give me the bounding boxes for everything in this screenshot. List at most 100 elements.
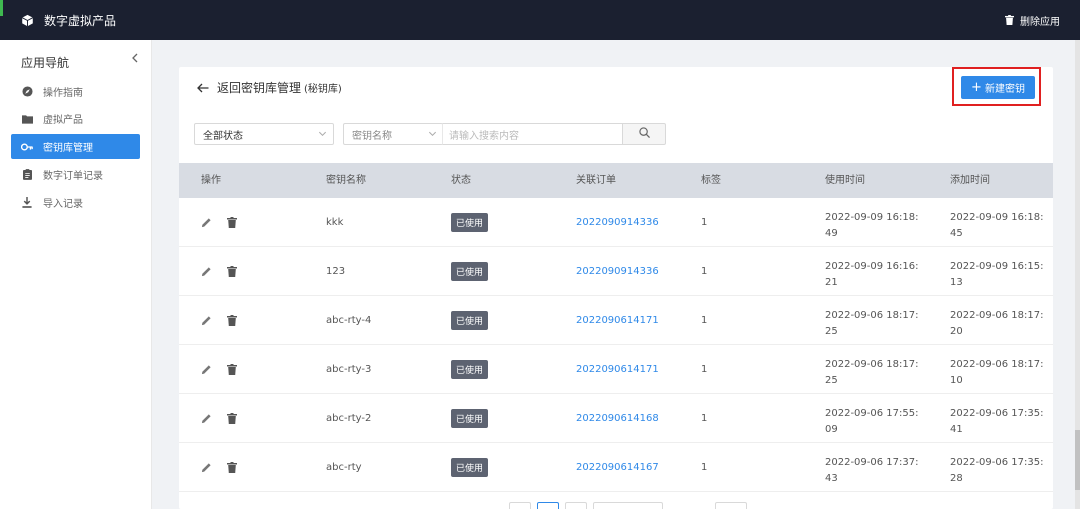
pagination-next[interactable] [565, 502, 587, 509]
order-link[interactable]: 2022090914336 [576, 217, 659, 228]
pagination-page-current[interactable] [537, 502, 559, 509]
sidebar-item-label: 导入记录 [43, 199, 83, 210]
edit-pencil-icon[interactable] [201, 412, 213, 424]
folder-icon [21, 113, 33, 125]
app-title: 数字虚拟产品 [44, 13, 117, 28]
tag-cell: 1 [701, 216, 708, 228]
order-link[interactable]: 2022090614171 [576, 364, 659, 375]
order-cell: 2022090614167 [576, 443, 659, 491]
column-header-order[interactable]: 关联订单 [576, 163, 616, 198]
delete-trash-icon[interactable] [227, 216, 239, 228]
used-time-cell: 2022-09-06 17:37:43 [825, 443, 920, 491]
delete-app-button[interactable]: 删除应用 [1005, 0, 1060, 40]
search-field-value: 密钥名称 [352, 130, 392, 142]
new-key-button[interactable]: + 新建密钥 [961, 76, 1035, 99]
status-badge: 已使用 [451, 408, 489, 428]
tag-cell: 1 [701, 412, 708, 424]
table-row: abc-rty-3 已使用 2022090614171 1 2022-09-06 18:… [179, 345, 1053, 394]
sidebar-item-label: 密钥库管理 [43, 143, 93, 154]
tag-cell: 1 [701, 265, 708, 277]
used-time-text: 2022-09-09 16:18:49 [825, 212, 919, 239]
key-name-cell: 123 [326, 265, 346, 277]
watermark-text: 大数跨境 [56, 478, 128, 499]
column-header-used-time[interactable]: 使用时间 [825, 163, 865, 198]
order-link[interactable]: 2022090614168 [576, 413, 659, 424]
pagination-jump[interactable] [715, 502, 747, 509]
row-actions [201, 443, 239, 491]
status-cell: 已使用 [451, 247, 489, 295]
pagination-size-select[interactable] [593, 502, 663, 509]
search-placeholder: 请输入搜索内容 [449, 130, 519, 142]
column-header-tag[interactable]: 标签 [701, 163, 721, 198]
search-icon [638, 127, 650, 141]
used-time-cell: 2022-09-06 18:17:25 [825, 296, 920, 344]
sidebar-item-key-library[interactable]: 密钥库管理 [11, 134, 140, 159]
added-time-cell: 2022-09-09 16:15:13 [950, 247, 1045, 295]
used-time-text: 2022-09-06 18:17:25 [825, 310, 919, 337]
delete-trash-icon[interactable] [227, 461, 239, 473]
column-header-key-name[interactable]: 密钥名称 [326, 163, 366, 198]
top-bar: 数字虚拟产品 删除应用 [0, 0, 1080, 40]
column-header-added-time[interactable]: 添加时间 [950, 163, 990, 198]
edit-pencil-icon[interactable] [201, 363, 213, 375]
row-actions [201, 394, 239, 442]
window-edge-marker [0, 0, 3, 16]
search-input[interactable]: 请输入搜索内容 [442, 123, 623, 145]
row-actions [201, 296, 239, 344]
watermark-logo-icon [8, 474, 50, 500]
sidebar-item-guide[interactable]: 操作指南 [11, 79, 140, 104]
scrollbar-thumb[interactable] [1075, 430, 1080, 490]
delete-trash-icon[interactable] [227, 265, 239, 277]
delete-trash-icon[interactable] [227, 412, 239, 424]
edit-pencil-icon[interactable] [201, 314, 213, 326]
sidebar-item-order-records[interactable]: 数字订单记录 [11, 162, 140, 187]
search-field-select[interactable]: 密钥名称 [343, 123, 443, 145]
collapse-chevron-icon[interactable] [131, 52, 139, 67]
status-badge: 已使用 [451, 212, 489, 232]
sidebar-item-label: 数字订单记录 [43, 171, 103, 182]
added-time-cell: 2022-09-06 18:17:20 [950, 296, 1045, 344]
delete-trash-icon[interactable] [227, 363, 239, 375]
status-cell: 已使用 [451, 345, 489, 393]
chevron-down-icon [428, 129, 437, 138]
delete-trash-icon[interactable] [227, 314, 239, 326]
back-link[interactable]: 返回密钥库管理 (秘钥库) [197, 79, 342, 96]
cube-icon [20, 13, 34, 27]
status-cell: 已使用 [451, 296, 489, 344]
sidebar-item-label: 操作指南 [43, 88, 83, 99]
used-time-cell: 2022-09-06 18:17:25 [825, 345, 920, 393]
edit-pencil-icon[interactable] [201, 461, 213, 473]
added-time-text: 2022-09-06 17:35:28 [950, 457, 1044, 484]
column-header-status[interactable]: 状态 [451, 163, 471, 198]
used-time-cell: 2022-09-09 16:18:49 [825, 198, 920, 246]
pagination-prev[interactable] [509, 502, 531, 509]
status-badge: 已使用 [451, 310, 489, 330]
order-link[interactable]: 2022090614171 [576, 315, 659, 326]
added-time-cell: 2022-09-06 17:35:41 [950, 394, 1045, 442]
edit-pencil-icon[interactable] [201, 265, 213, 277]
sidebar-item-virtual-products[interactable]: 虚拟产品 [11, 106, 140, 131]
status-select[interactable]: 全部状态 [194, 123, 334, 145]
plus-icon: + [971, 80, 982, 95]
sidebar-item-import-records[interactable]: 导入记录 [11, 190, 140, 215]
edit-pencil-icon[interactable] [201, 216, 213, 228]
sidebar: 应用导航 操作指南 虚拟产品 密钥库管理 数字订单记录 导入记录 [0, 40, 152, 509]
order-cell: 2022090614171 [576, 345, 659, 393]
status-cell: 已使用 [451, 443, 489, 491]
compass-icon [21, 86, 33, 98]
column-header-actions: 操作 [201, 175, 221, 186]
search-button[interactable] [622, 123, 666, 145]
order-link[interactable]: 2022090614167 [576, 462, 659, 473]
added-time-text: 2022-09-06 18:17:10 [950, 359, 1044, 386]
key-icon [21, 141, 33, 153]
used-time-text: 2022-09-06 17:55:09 [825, 408, 919, 435]
order-link[interactable]: 2022090914336 [576, 266, 659, 277]
new-key-label: 新建密钥 [984, 84, 1025, 95]
page-scrollbar[interactable] [1075, 40, 1080, 509]
added-time-text: 2022-09-09 16:15:13 [950, 261, 1044, 288]
key-name-cell: kkk [326, 216, 344, 228]
key-name-cell: abc-rty-4 [326, 314, 372, 326]
table-row: 123 已使用 2022090914336 1 2022-09-09 16:16:21 2… [179, 247, 1053, 296]
arrow-left-icon [197, 82, 209, 94]
download-icon [21, 197, 33, 209]
